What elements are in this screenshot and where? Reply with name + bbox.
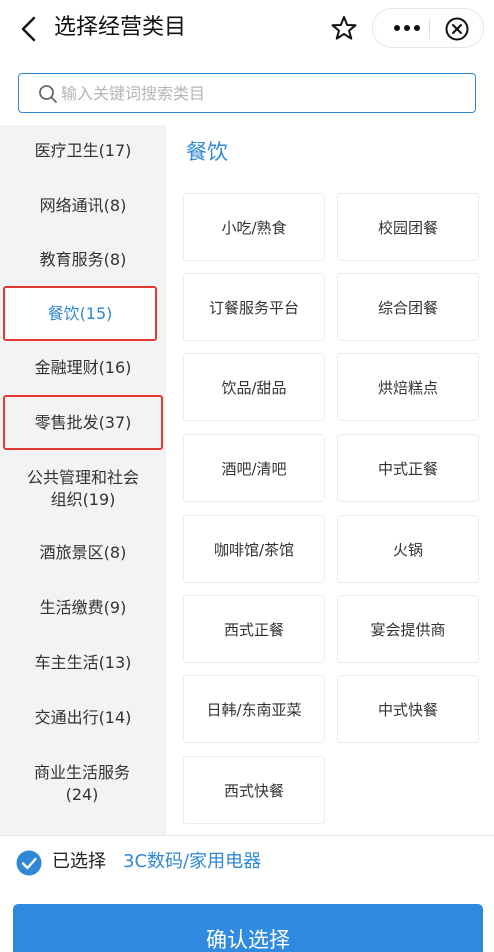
page-title: 选择经营类目 xyxy=(54,15,187,40)
star-icon xyxy=(331,16,357,40)
category-cell[interactable]: 饮品/甜品 xyxy=(183,353,325,421)
category-cell[interactable]: 校园团餐 xyxy=(337,193,479,261)
category-cell[interactable]: 综合团餐 xyxy=(337,273,479,341)
category-cell[interactable]: 日韩/东南亚菜 xyxy=(183,675,325,743)
menu-capsule xyxy=(372,8,484,48)
category-cell[interactable]: 中式快餐 xyxy=(337,675,479,743)
category-cell[interactable]: 烘焙糕点 xyxy=(337,353,479,421)
category-cell[interactable]: 西式正餐 xyxy=(183,595,325,663)
sidebar-item-travel[interactable]: 酒旅景区(8) xyxy=(0,542,166,564)
sidebar-item-education[interactable]: 教育服务(8) xyxy=(0,249,166,271)
search-input[interactable] xyxy=(61,80,461,106)
category-cell[interactable]: 宴会提供商 xyxy=(337,595,479,663)
sidebar-item-utilities[interactable]: 生活缴费(9) xyxy=(0,597,166,619)
close-icon[interactable] xyxy=(443,15,471,43)
category-cell[interactable]: 订餐服务平台 xyxy=(183,273,325,341)
favorite-button[interactable] xyxy=(322,8,366,48)
check-circle-icon xyxy=(16,850,42,876)
nav-bar: 选择经营类目 xyxy=(0,0,494,58)
sidebar-item-finance[interactable]: 金融理财(16) xyxy=(0,357,166,379)
category-cell[interactable]: 咖啡馆/茶馆 xyxy=(183,515,325,583)
category-cell[interactable]: 中式正餐 xyxy=(337,434,479,502)
sidebar-item-retail[interactable]: 零售批发(37) xyxy=(3,395,163,450)
capsule-divider xyxy=(429,19,430,39)
category-content: 餐饮 小吃/熟食 校园团餐 订餐服务平台 综合团餐 饮品/甜品 烘焙糕点 酒吧/… xyxy=(166,125,494,835)
search-icon xyxy=(39,85,57,103)
sidebar-item-car-owner[interactable]: 车主生活(13) xyxy=(0,652,166,674)
selected-label: 已选择 xyxy=(52,851,106,872)
sidebar-item-public-admin[interactable]: 公共管理和社会组织(19) xyxy=(20,467,146,511)
sidebar-item-medical[interactable]: 医疗卫生(17) xyxy=(0,140,166,162)
category-cell[interactable]: 酒吧/清吧 xyxy=(183,434,325,502)
confirm-button[interactable]: 确认选择 xyxy=(13,904,483,952)
sidebar-item-transport[interactable]: 交通出行(14) xyxy=(0,707,166,729)
sidebar-item-catering[interactable]: 餐饮(15) xyxy=(3,286,157,341)
category-cell[interactable]: 火锅 xyxy=(337,515,479,583)
sidebar-item-telecom[interactable]: 网络通讯(8) xyxy=(0,195,166,217)
category-cell[interactable]: 小吃/熟食 xyxy=(183,193,325,261)
back-icon[interactable] xyxy=(18,15,42,43)
selected-value: 3C数码/家用电器 xyxy=(123,851,262,872)
search-bar[interactable] xyxy=(18,73,476,113)
sidebar-item-business-life[interactable]: 商业生活服务(24) xyxy=(26,762,138,806)
category-cell[interactable]: 西式快餐 xyxy=(183,756,325,824)
selected-summary: 已选择 3C数码/家用电器 xyxy=(0,836,494,890)
more-icon[interactable] xyxy=(387,17,427,39)
section-title: 餐饮 xyxy=(186,140,228,164)
category-sidebar: 医疗卫生(17) 网络通讯(8) 教育服务(8) 餐饮(15) 金融理财(16)… xyxy=(0,125,166,835)
